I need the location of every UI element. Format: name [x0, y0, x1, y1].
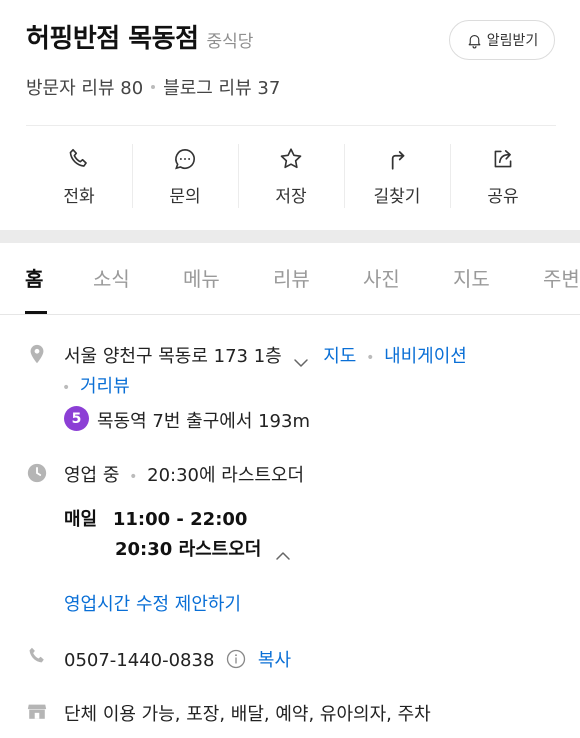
- place-header: 허핑반점 목동점 중식당 알림받기 방문자 리뷰 80 블로그 리뷰 37 전화: [0, 0, 580, 230]
- last-order-line[interactable]: 20:30 라스트오더: [115, 535, 291, 561]
- directions-icon: [391, 150, 405, 170]
- tab-menu[interactable]: 메뉴: [183, 263, 220, 292]
- separator-dot: [151, 85, 156, 89]
- call-button[interactable]: 전화: [26, 132, 132, 220]
- divider: [26, 125, 556, 126]
- inquiry-button[interactable]: 문의: [132, 132, 238, 220]
- hours-day-line: 매일 11:00 - 22:00: [64, 505, 247, 531]
- address-line: 서울 양천구 목동로 173 1층 지도 • 내비게이션: [64, 342, 467, 368]
- save-label: 저장: [275, 186, 307, 207]
- phone-number[interactable]: 0507-1440-0838: [64, 650, 214, 671]
- section-divider-band: [0, 230, 580, 243]
- street-view-line: • 거리뷰: [62, 372, 130, 398]
- tab-photos[interactable]: 사진: [363, 263, 400, 292]
- open-status: 영업 중: [64, 465, 120, 486]
- tab-home[interactable]: 홈: [25, 263, 43, 292]
- separator-dot: •: [62, 380, 71, 396]
- action-bar: 전화 문의 저장 길찾기 공유: [26, 132, 556, 220]
- suggest-hours-edit-link[interactable]: 영업시간 수정 제안하기: [64, 590, 241, 616]
- phone-line: 0507-1440-0838 복사: [64, 646, 291, 672]
- inquiry-label: 문의: [169, 186, 201, 207]
- directions-label: 길찾기: [373, 186, 421, 207]
- phone-icon: [69, 148, 87, 167]
- directions-button[interactable]: 길찾기: [344, 132, 450, 220]
- review-summary: 방문자 리뷰 80 블로그 리뷰 37: [26, 74, 280, 100]
- chat-icon: [175, 148, 195, 169]
- last-order-summary: 20:30에 라스트오더: [147, 465, 305, 486]
- tab-reviews[interactable]: 리뷰: [273, 263, 310, 292]
- hours-status-line[interactable]: 영업 중 • 20:30에 라스트오더: [64, 461, 304, 487]
- hours-time: 11:00 - 22:00: [112, 509, 248, 530]
- chevron-down-icon[interactable]: [293, 352, 309, 367]
- map-link[interactable]: 지도: [323, 346, 356, 367]
- street-view-link[interactable]: 거리뷰: [80, 376, 130, 397]
- subway-directions: 목동역 7번 출구에서 193m: [97, 411, 310, 432]
- active-tab-indicator: [25, 311, 47, 314]
- store-icon: [27, 704, 47, 719]
- hours-day: 매일: [64, 509, 98, 530]
- amenities-list: 단체 이용 가능, 포장, 배달, 예약, 유아의자, 주차: [64, 704, 431, 725]
- address-text: 서울 양천구 목동로 173 1층: [64, 346, 282, 367]
- place-category: 중식당: [206, 32, 254, 52]
- location-pin-icon: [30, 344, 44, 364]
- save-button[interactable]: 저장: [238, 132, 344, 220]
- last-order-detail: 20:30 라스트오더: [115, 539, 262, 560]
- place-name: 허핑반점 목동점: [26, 24, 199, 54]
- subway-line-badge: 5: [64, 406, 89, 431]
- title-row: 허핑반점 목동점 중식당: [26, 18, 253, 55]
- alarm-button-label: 알림받기: [486, 33, 539, 49]
- visitor-reviews-link[interactable]: 방문자 리뷰 80: [26, 74, 143, 100]
- tab-bar: 홈 소식 메뉴 리뷰 사진 지도 주변: [0, 243, 580, 315]
- tab-map[interactable]: 지도: [453, 263, 490, 292]
- tab-nearby[interactable]: 주변: [543, 263, 580, 292]
- chevron-up-icon[interactable]: [275, 545, 291, 560]
- bell-icon: [468, 34, 481, 48]
- star-icon: [280, 147, 302, 168]
- call-label: 전화: [63, 186, 95, 207]
- clock-icon: [27, 463, 47, 483]
- blog-reviews-link[interactable]: 블로그 리뷰 37: [163, 74, 280, 100]
- share-icon: [494, 149, 512, 167]
- separator-dot: •: [129, 469, 138, 485]
- phone-icon: [29, 647, 44, 663]
- info-icon[interactable]: [226, 649, 246, 669]
- tab-news[interactable]: 소식: [93, 263, 130, 292]
- share-button[interactable]: 공유: [450, 132, 556, 220]
- separator-dot: •: [366, 350, 375, 366]
- alarm-button[interactable]: 알림받기: [449, 20, 555, 60]
- copy-phone-button[interactable]: 복사: [258, 650, 291, 671]
- navigation-link[interactable]: 내비게이션: [384, 346, 467, 367]
- share-label: 공유: [487, 186, 519, 207]
